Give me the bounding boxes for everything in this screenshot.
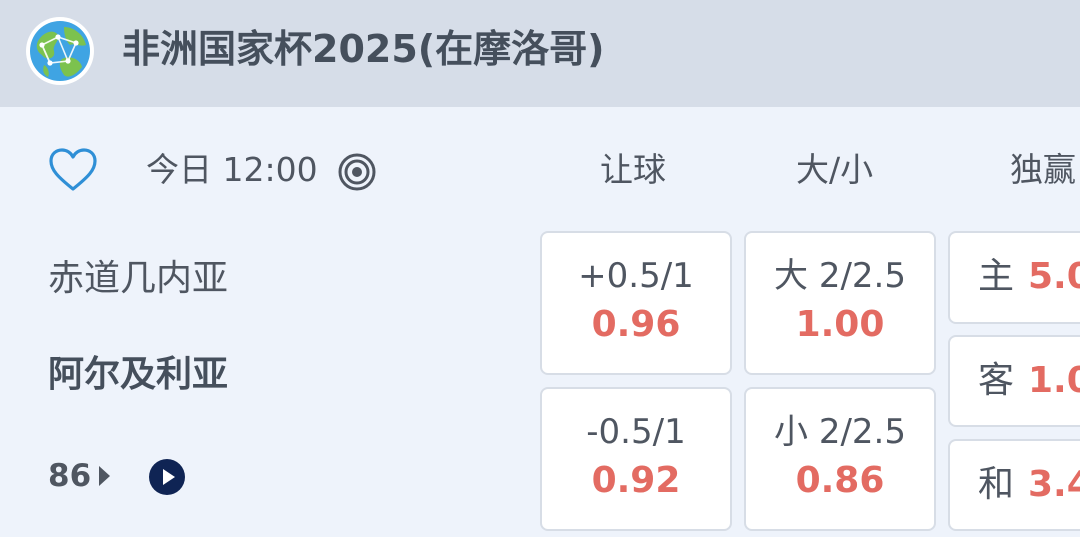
- target-icon[interactable]: [337, 152, 377, 192]
- odds-handicap-away[interactable]: -0.5/1 0.92: [540, 387, 732, 531]
- heart-icon[interactable]: [48, 147, 98, 193]
- column-over-under: 大/小: [796, 150, 874, 189]
- odds-moneyline-away[interactable]: 客 1.0: [948, 335, 1080, 427]
- odds-price: 0.86: [795, 460, 885, 501]
- odds-line: -0.5/1: [586, 412, 686, 452]
- globe-icon: [26, 17, 94, 85]
- league-header[interactable]: 非洲国家杯2025(在摩洛哥): [0, 0, 1080, 107]
- odds-price: 1.0: [1028, 360, 1080, 401]
- odds-label: 和: [978, 464, 1015, 505]
- play-icon[interactable]: [148, 458, 186, 496]
- odds-handicap-home[interactable]: +0.5/1 0.96: [540, 231, 732, 375]
- more-markets-count: 86: [48, 458, 92, 494]
- odds-moneyline-draw[interactable]: 和 3.4: [948, 439, 1080, 531]
- odds-price: 0.96: [591, 304, 681, 345]
- odds-price: 3.4: [1028, 464, 1080, 505]
- match-time: 今日 12:00: [146, 150, 318, 189]
- away-team[interactable]: 阿尔及利亚: [48, 352, 228, 398]
- odds-label: 主: [978, 256, 1015, 297]
- odds-over[interactable]: 大 2/2.5 1.00: [744, 231, 936, 375]
- column-moneyline: 独赢: [1010, 150, 1076, 189]
- odds-line: 大 2/2.5: [774, 256, 906, 296]
- odds-price: 1.00: [795, 304, 885, 345]
- column-handicap: 让球: [600, 150, 666, 189]
- odds-line: 小 2/2.5: [774, 412, 906, 452]
- odds-price: 5.0: [1028, 256, 1080, 297]
- more-markets-button[interactable]: 86: [48, 456, 111, 496]
- odds-price: 0.92: [591, 460, 681, 501]
- league-title: 非洲国家杯2025(在摩洛哥): [122, 27, 605, 71]
- odds-line: +0.5/1: [578, 256, 694, 296]
- chevron-right-icon: [99, 466, 111, 486]
- odds-under[interactable]: 小 2/2.5 0.86: [744, 387, 936, 531]
- odds-moneyline-home[interactable]: 主 5.0: [948, 231, 1080, 324]
- odds-label: 客: [978, 360, 1015, 401]
- home-team[interactable]: 赤道几内亚: [48, 256, 228, 302]
